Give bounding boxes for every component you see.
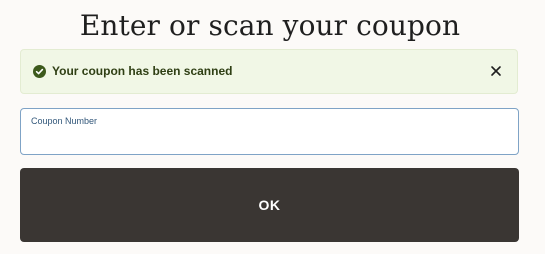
page-title: Enter or scan your coupon xyxy=(79,9,461,42)
success-alert: Your coupon has been scanned xyxy=(20,49,518,94)
coupon-number-label: Coupon Number xyxy=(31,116,98,126)
check-circle-icon xyxy=(33,65,46,78)
alert-message: Your coupon has been scanned xyxy=(52,64,233,78)
close-alert-button[interactable] xyxy=(487,62,505,80)
coupon-number-input[interactable] xyxy=(31,130,506,150)
coupon-number-field[interactable]: Coupon Number xyxy=(20,108,519,155)
ok-button[interactable]: OK xyxy=(20,168,519,242)
close-icon xyxy=(491,66,501,76)
